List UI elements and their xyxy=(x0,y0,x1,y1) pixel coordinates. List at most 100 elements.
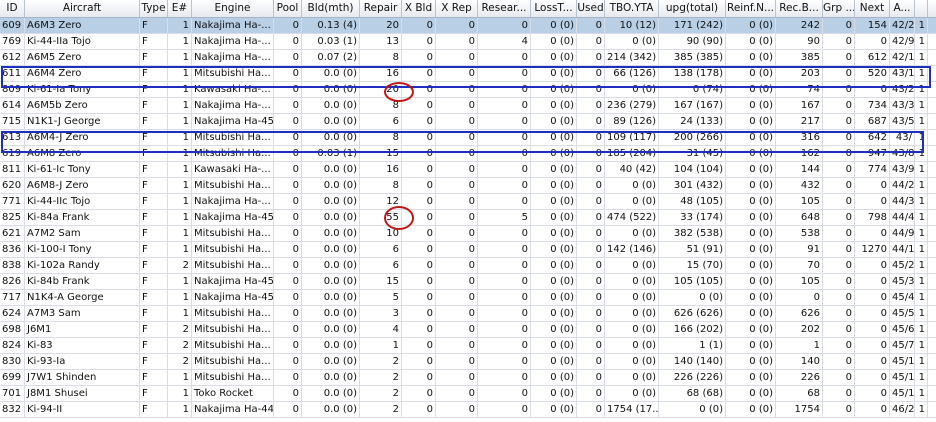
cell-engine[interactable]: Nakajima Ha-45 xyxy=(192,290,274,305)
cell-engine[interactable]: Mitsubishi Ha... xyxy=(192,258,274,273)
cell-upgrade-total[interactable]: 15 (70) xyxy=(659,258,726,273)
cell-repair[interactable]: 2 xyxy=(360,386,402,401)
cell-type[interactable]: F xyxy=(140,162,168,177)
cell-engine[interactable]: Kawasaki Ha-... xyxy=(192,82,274,97)
cell-extra[interactable]: 1 xyxy=(915,146,928,161)
cell-id[interactable]: 809 xyxy=(0,82,25,97)
cell-next[interactable]: 0 xyxy=(855,274,890,289)
cell-pool[interactable]: 0 xyxy=(274,114,302,129)
column-header-next[interactable]: Next xyxy=(855,0,890,17)
cell-tbo-yta[interactable]: 0 (0) xyxy=(605,370,659,385)
cell-reinforcement[interactable]: 0 (0) xyxy=(726,82,776,97)
cell-reinforcement[interactable]: 0 (0) xyxy=(726,194,776,209)
cell-x-repair[interactable]: 0 xyxy=(436,18,478,33)
column-header-aircraft[interactable]: Aircraft xyxy=(25,0,140,17)
cell-build-months[interactable]: 0.0 (0) xyxy=(302,370,360,385)
cell-x-repair[interactable]: 0 xyxy=(436,130,478,145)
cell-engine[interactable]: Nakajima Ha-... xyxy=(192,18,274,33)
cell-group[interactable]: 0 xyxy=(823,178,855,193)
cell-loss[interactable]: 0 (0) xyxy=(531,274,577,289)
cell-build-months[interactable]: 0.0 (0) xyxy=(302,98,360,113)
table-row[interactable]: 717 N1K4-A George F 1 Nakajima Ha-45 0 0.0 (0)… xyxy=(0,290,936,306)
cell-pool[interactable]: 0 xyxy=(274,146,302,161)
cell-repair[interactable]: 15 xyxy=(360,146,402,161)
cell-x-repair[interactable]: 0 xyxy=(436,370,478,385)
column-header-pool[interactable]: Pool xyxy=(274,0,302,17)
cell-x-build[interactable]: 0 xyxy=(402,354,436,369)
cell-tbo-yta[interactable]: 0 (0) xyxy=(605,322,659,337)
cell-research[interactable]: 0 xyxy=(478,258,531,273)
cell-aircraft[interactable]: A6M8-J Zero xyxy=(25,178,140,193)
cell-repair[interactable]: 8 xyxy=(360,50,402,65)
cell-aircraft[interactable]: A6M3 Zero xyxy=(25,18,140,33)
cell-engine-count[interactable]: 2 xyxy=(168,322,192,337)
cell-repair[interactable]: 8 xyxy=(360,178,402,193)
cell-id[interactable]: 824 xyxy=(0,338,25,353)
cell-used[interactable]: 0 xyxy=(577,50,605,65)
cell-received[interactable]: 385 xyxy=(776,50,823,65)
cell-upgrade-total[interactable]: 166 (202) xyxy=(659,322,726,337)
cell-id[interactable]: 698 xyxy=(0,322,25,337)
cell-build-months[interactable]: 0.0 (0) xyxy=(302,178,360,193)
cell-loss[interactable]: 0 (0) xyxy=(531,130,577,145)
cell-aircraft[interactable]: A6M5 Zero xyxy=(25,50,140,65)
cell-available[interactable]: 42/9 xyxy=(890,34,915,49)
cell-loss[interactable]: 0 (0) xyxy=(531,226,577,241)
cell-available[interactable]: 45/7 xyxy=(890,338,915,353)
cell-build-months[interactable]: 0.0 (0) xyxy=(302,226,360,241)
cell-x-repair[interactable]: 0 xyxy=(436,402,478,417)
column-header-extra[interactable] xyxy=(915,0,928,17)
cell-build-months[interactable]: 0.0 (0) xyxy=(302,338,360,353)
cell-type[interactable]: F xyxy=(140,50,168,65)
cell-available[interactable]: 45/10 xyxy=(890,386,915,401)
cell-next[interactable]: 687 xyxy=(855,114,890,129)
cell-tbo-yta[interactable]: 0 (0) xyxy=(605,290,659,305)
cell-reinforcement[interactable]: 0 (0) xyxy=(726,130,776,145)
cell-received[interactable]: 538 xyxy=(776,226,823,241)
cell-used[interactable]: 0 xyxy=(577,226,605,241)
cell-received[interactable]: 316 xyxy=(776,130,823,145)
cell-available[interactable]: 45/6 xyxy=(890,322,915,337)
cell-type[interactable]: F xyxy=(140,338,168,353)
cell-used[interactable]: 0 xyxy=(577,354,605,369)
cell-received[interactable]: 0 xyxy=(776,290,823,305)
cell-upgrade-total[interactable]: 0 (0) xyxy=(659,290,726,305)
cell-reinforcement[interactable]: 0 (0) xyxy=(726,98,776,113)
cell-next[interactable]: 0 xyxy=(855,194,890,209)
cell-loss[interactable]: 0 (0) xyxy=(531,290,577,305)
cell-pool[interactable]: 0 xyxy=(274,386,302,401)
cell-reinforcement[interactable]: 0 (0) xyxy=(726,226,776,241)
cell-used[interactable]: 0 xyxy=(577,242,605,257)
column-header-engine[interactable]: Engine xyxy=(192,0,274,17)
cell-x-build[interactable]: 0 xyxy=(402,50,436,65)
cell-extra[interactable]: 1 xyxy=(915,226,928,241)
cell-research[interactable]: 0 xyxy=(478,370,531,385)
cell-engine[interactable]: Nakajima Ha-... xyxy=(192,98,274,113)
cell-reinforcement[interactable]: 0 (0) xyxy=(726,386,776,401)
cell-x-build[interactable]: 0 xyxy=(402,194,436,209)
cell-tbo-yta[interactable]: 185 (204) xyxy=(605,146,659,161)
cell-reinforcement[interactable]: 0 (0) xyxy=(726,162,776,177)
cell-tbo-yta[interactable]: 214 (342) xyxy=(605,50,659,65)
cell-used[interactable]: 0 xyxy=(577,274,605,289)
cell-next[interactable]: 0 xyxy=(855,354,890,369)
cell-aircraft[interactable]: J8M1 Shusei xyxy=(25,386,140,401)
cell-type[interactable]: F xyxy=(140,306,168,321)
cell-research[interactable]: 0 xyxy=(478,162,531,177)
cell-reinforcement[interactable]: 0 (0) xyxy=(726,50,776,65)
cell-reinforcement[interactable]: 0 (0) xyxy=(726,114,776,129)
cell-loss[interactable]: 0 (0) xyxy=(531,194,577,209)
cell-upgrade-total[interactable]: 24 (133) xyxy=(659,114,726,129)
cell-pool[interactable]: 0 xyxy=(274,338,302,353)
cell-tbo-yta[interactable]: 0 (0) xyxy=(605,34,659,49)
cell-used[interactable]: 0 xyxy=(577,210,605,225)
cell-aircraft[interactable]: Ki-93-Ia xyxy=(25,354,140,369)
cell-engine[interactable]: Nakajima Ha-45 xyxy=(192,274,274,289)
cell-tbo-yta[interactable]: 109 (117) xyxy=(605,130,659,145)
cell-research[interactable]: 0 xyxy=(478,50,531,65)
cell-extra[interactable]: 1 xyxy=(915,322,928,337)
cell-group[interactable]: 0 xyxy=(823,18,855,33)
cell-extra[interactable]: 1 xyxy=(915,82,928,97)
cell-group[interactable]: 0 xyxy=(823,194,855,209)
cell-x-repair[interactable]: 0 xyxy=(436,34,478,49)
